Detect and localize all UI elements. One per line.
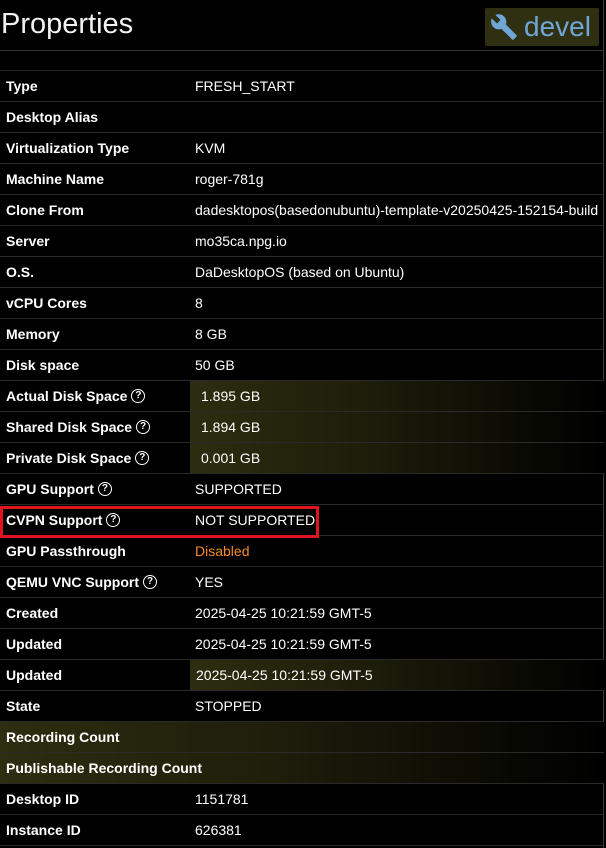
row-value: 626381: [195, 822, 242, 838]
row-label-text: CVPN Support: [6, 512, 103, 528]
row-value: KVM: [195, 140, 226, 156]
row-label-text: Private Disk Space: [6, 450, 132, 466]
row-updated: Updated 2025-04-25 10:21:59 GMT-5: [0, 629, 604, 660]
row-value: 1151781: [195, 791, 249, 807]
row-value: dadesktopos(basedonubuntu)-template-v202…: [195, 202, 599, 218]
wrench-icon: [489, 12, 519, 42]
row-label: Memory: [6, 326, 60, 342]
row-value: FRESH_START: [195, 78, 295, 94]
row-label: Virtualization Type: [6, 140, 130, 156]
row-created: Created 2025-04-25 10:21:59 GMT-5: [0, 598, 604, 629]
row-value: 50 GB: [195, 357, 235, 373]
row-publishable-recording-count: Publishable Recording Count: [0, 753, 604, 784]
environment-label: devel: [524, 11, 591, 42]
row-value: 1.894 GB: [190, 412, 604, 442]
row-label: O.S.: [6, 264, 35, 280]
help-icon[interactable]: ?: [135, 451, 150, 465]
row-label: CVPN Support ?: [6, 505, 121, 535]
environment-badge: devel: [485, 8, 599, 46]
row-virtualization-type: Virtualization Type KVM: [0, 133, 604, 164]
row-value: roger-781g: [195, 171, 264, 187]
row-desktop-id: Desktop ID 1151781: [0, 784, 604, 815]
row-label: Type: [6, 78, 38, 94]
row-label-text: Actual Disk Space: [6, 388, 128, 404]
properties-panel: Properties devel Type FRESH_START Deskto…: [0, 0, 604, 848]
row-value: 2025-04-25 10:21:59 GMT-5: [190, 660, 604, 690]
row-label: Desktop Alias: [6, 109, 99, 125]
panel-header: Properties devel: [0, 0, 604, 51]
row-value: 2025-04-25 10:21:59 GMT-5: [195, 605, 372, 621]
row-private-disk-space: Private Disk Space ? 0.001 GB: [0, 443, 604, 474]
help-icon[interactable]: ?: [97, 482, 112, 496]
row-value: YES: [195, 574, 224, 590]
row-label: QEMU VNC Support ?: [6, 567, 157, 597]
row-clone-from: Clone From dadesktopos(basedonubuntu)-te…: [0, 195, 604, 226]
page-title: Properties: [1, 8, 134, 40]
properties-table: Type FRESH_START Desktop Alias Virtualiz…: [0, 70, 604, 846]
row-label: Created: [6, 605, 59, 621]
row-updated-2: Updated 2025-04-25 10:21:59 GMT-5: [0, 660, 604, 691]
row-gpu-passthrough: GPU Passthrough Disabled: [0, 536, 604, 567]
row-label-text: Shared Disk Space: [6, 419, 133, 435]
row-label-text: GPU Support: [6, 481, 94, 497]
row-label: Instance ID: [6, 822, 81, 838]
row-label: Server: [6, 233, 50, 249]
row-value: 8: [195, 295, 203, 311]
row-value: STOPPED: [195, 698, 262, 714]
row-shared-disk-space: Shared Disk Space ? 1.894 GB: [0, 412, 604, 443]
help-icon[interactable]: ?: [143, 575, 157, 589]
row-label: Disk space: [6, 357, 80, 373]
row-desktop-alias: Desktop Alias: [0, 102, 604, 133]
row-label: Recording Count: [6, 729, 120, 745]
row-instance-id: Instance ID 626381: [0, 815, 604, 846]
row-label: Desktop ID: [6, 791, 80, 807]
row-machine-name: Machine Name roger-781g: [0, 164, 604, 195]
row-cvpn-support: CVPN Support ? NOT SUPPORTED: [0, 505, 604, 536]
row-value: 0.001 GB: [190, 443, 604, 473]
row-qemu-vnc-support: QEMU VNC Support ? YES: [0, 567, 604, 598]
row-value: 2025-04-25 10:21:59 GMT-5: [195, 636, 372, 652]
row-label: Actual Disk Space ?: [6, 381, 146, 411]
row-label: Private Disk Space ?: [6, 443, 150, 473]
row-os: O.S. DaDesktopOS (based on Ubuntu): [0, 257, 604, 288]
row-disk-space: Disk space 50 GB: [0, 350, 604, 381]
row-server: Server mo35ca.npg.io: [0, 226, 604, 257]
row-vcpu-cores: vCPU Cores 8: [0, 288, 604, 319]
row-label: GPU Passthrough: [6, 543, 126, 559]
help-icon[interactable]: ?: [131, 389, 146, 403]
row-value: DaDesktopOS (based on Ubuntu): [195, 264, 405, 280]
row-actual-disk-space: Actual Disk Space ? 1.895 GB: [0, 381, 604, 412]
row-label: Shared Disk Space ?: [6, 412, 151, 442]
row-label: GPU Support ?: [6, 474, 112, 504]
row-value: Disabled: [195, 543, 250, 559]
row-type: Type FRESH_START: [0, 71, 604, 102]
row-value: 8 GB: [195, 326, 227, 342]
row-label-text: QEMU VNC Support: [6, 574, 139, 590]
row-value: NOT SUPPORTED: [195, 512, 316, 528]
row-label: Publishable Recording Count: [6, 760, 203, 776]
row-label: State: [6, 698, 41, 714]
row-state: State STOPPED: [0, 691, 604, 722]
row-label: Machine Name: [6, 171, 105, 187]
row-label: Clone From: [6, 202, 84, 218]
row-label: Updated: [6, 667, 62, 683]
row-label: vCPU Cores: [6, 295, 87, 311]
row-recording-count: Recording Count: [0, 722, 604, 753]
row-label: Updated: [6, 636, 62, 652]
help-icon[interactable]: ?: [106, 513, 121, 527]
row-gpu-support: GPU Support ? SUPPORTED: [0, 474, 604, 505]
row-value: mo35ca.npg.io: [195, 233, 287, 249]
row-value: SUPPORTED: [195, 481, 282, 497]
row-value: 1.895 GB: [190, 381, 604, 411]
row-memory: Memory 8 GB: [0, 319, 604, 350]
help-icon[interactable]: ?: [136, 420, 151, 434]
